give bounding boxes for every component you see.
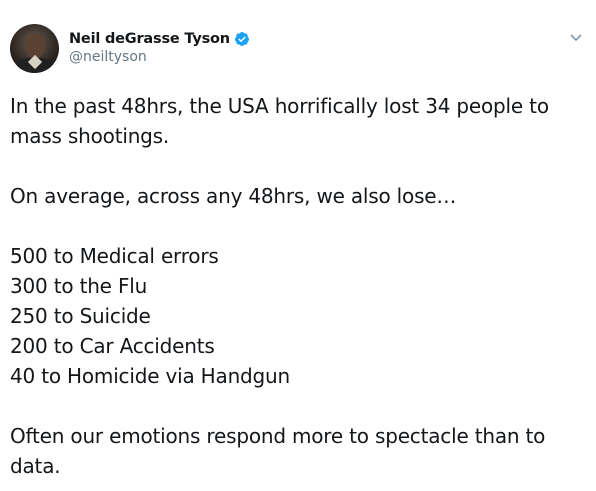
verified-badge-icon [234, 31, 250, 47]
tweet-line: In the past 48hrs, the USA horrifically … [10, 94, 549, 118]
tweet-line: mass shootings. [10, 124, 170, 148]
stat-line: 250 to Suicide [10, 304, 151, 328]
author-display-name[interactable]: Neil deGrasse Tyson [69, 31, 230, 47]
tweet-paragraph-2: On average, across any 48hrs, we also lo… [10, 181, 588, 211]
tweet-paragraph-4: Often our emotions respond more to spect… [10, 421, 588, 481]
stat-line: 200 to Car Accidents [10, 334, 215, 358]
tweet-stats-list: 500 to Medical errors 300 to the Flu 250… [10, 241, 588, 391]
tweet-line: On average, across any 48hrs, we also lo… [10, 184, 457, 208]
avatar[interactable] [10, 24, 59, 73]
tweet-text: In the past 48hrs, the USA horrifically … [10, 91, 588, 481]
tweet-paragraph-1: In the past 48hrs, the USA horrifically … [10, 91, 588, 151]
stat-line: 300 to the Flu [10, 274, 148, 298]
stat-line: 500 to Medical errors [10, 244, 219, 268]
tweet-line: data. [10, 454, 61, 478]
stat-line: 40 to Homicide via Handgun [10, 364, 290, 388]
tweet-line: Often our emotions respond more to spect… [10, 424, 546, 448]
author-handle[interactable]: @neiltyson [69, 49, 147, 65]
author-name-row: Neil deGrasse Tyson [69, 29, 250, 49]
tweet-card: Neil deGrasse Tyson @neiltyson In the pa… [0, 0, 596, 491]
chevron-down-icon[interactable] [566, 28, 586, 48]
